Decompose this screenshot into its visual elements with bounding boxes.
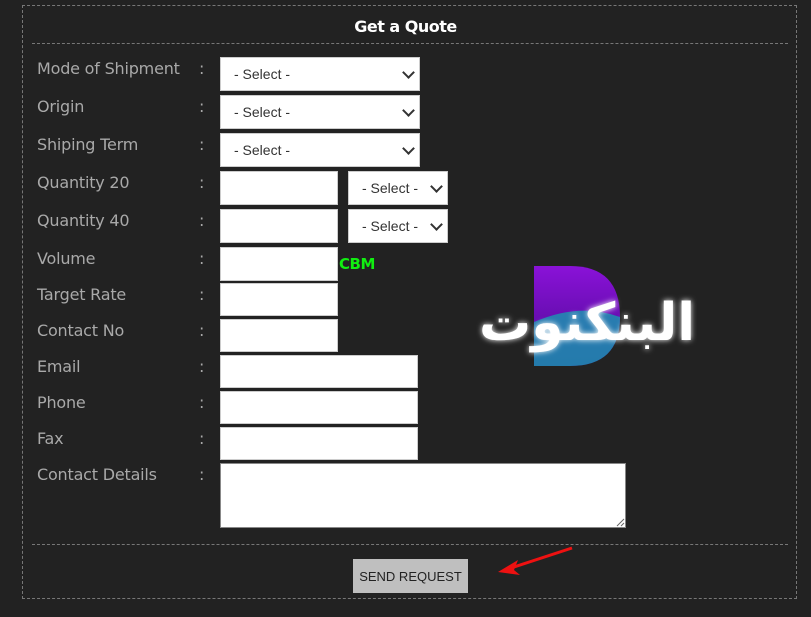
quantity-20-unit-select[interactable]: - Select - xyxy=(348,171,448,205)
watermark-text: البنكنوت xyxy=(479,293,695,353)
select-value: - Select - xyxy=(234,142,291,158)
contact-no-input[interactable] xyxy=(220,319,338,352)
resize-handle-icon[interactable] xyxy=(615,517,625,527)
label-fax: Fax xyxy=(37,429,64,448)
divider-top xyxy=(32,43,788,44)
volume-unit: CBM xyxy=(339,255,375,273)
colon: : xyxy=(199,429,205,448)
mode-of-shipment-select[interactable]: - Select - xyxy=(220,57,420,91)
quantity-40-unit-select[interactable]: - Select - xyxy=(348,209,448,243)
colon: : xyxy=(199,211,205,230)
colon: : xyxy=(199,173,205,192)
divider-bottom xyxy=(32,544,788,545)
contact-details-textarea[interactable] xyxy=(220,463,626,528)
colon: : xyxy=(199,249,205,268)
red-arrow-annotation xyxy=(498,546,573,575)
origin-select[interactable]: - Select - xyxy=(220,95,420,129)
colon: : xyxy=(199,59,205,78)
label-mode-of-shipment: Mode of Shipment xyxy=(37,59,180,78)
label-shiping-term: Shiping Term xyxy=(37,135,139,154)
email-input[interactable] xyxy=(220,355,418,388)
select-value: - Select - xyxy=(362,218,419,234)
select-value: - Select - xyxy=(234,66,291,82)
chevron-down-icon xyxy=(430,179,443,193)
quantity-40-input[interactable] xyxy=(220,209,338,243)
phone-input[interactable] xyxy=(220,391,418,424)
select-value: - Select - xyxy=(362,180,419,196)
colon: : xyxy=(199,465,205,484)
chevron-down-icon xyxy=(402,103,415,117)
select-value: - Select - xyxy=(234,104,291,120)
watermark-logo: البنكنوت xyxy=(479,266,695,366)
chevron-down-icon xyxy=(430,217,443,231)
target-rate-input[interactable] xyxy=(220,283,338,316)
colon: : xyxy=(199,97,205,116)
label-email: Email xyxy=(37,357,81,376)
label-origin: Origin xyxy=(37,97,85,116)
label-quantity-40: Quantity 40 xyxy=(37,211,130,230)
colon: : xyxy=(199,357,205,376)
chevron-down-icon xyxy=(402,65,415,79)
quantity-20-input[interactable] xyxy=(220,171,338,205)
chevron-down-icon xyxy=(402,141,415,155)
label-contact-no: Contact No xyxy=(37,321,125,340)
label-volume: Volume xyxy=(37,249,96,268)
label-quantity-20: Quantity 20 xyxy=(37,173,130,192)
label-contact-details: Contact Details xyxy=(37,465,157,484)
colon: : xyxy=(199,135,205,154)
colon: : xyxy=(199,285,205,304)
label-phone: Phone xyxy=(37,393,86,412)
volume-input[interactable] xyxy=(220,247,338,281)
label-target-rate: Target Rate xyxy=(37,285,127,304)
colon: : xyxy=(199,321,205,340)
send-request-button[interactable]: SEND REQUEST xyxy=(353,559,468,593)
form-title: Get a Quote xyxy=(354,17,457,36)
fax-input[interactable] xyxy=(220,427,418,460)
shiping-term-select[interactable]: - Select - xyxy=(220,133,420,167)
colon: : xyxy=(199,393,205,412)
